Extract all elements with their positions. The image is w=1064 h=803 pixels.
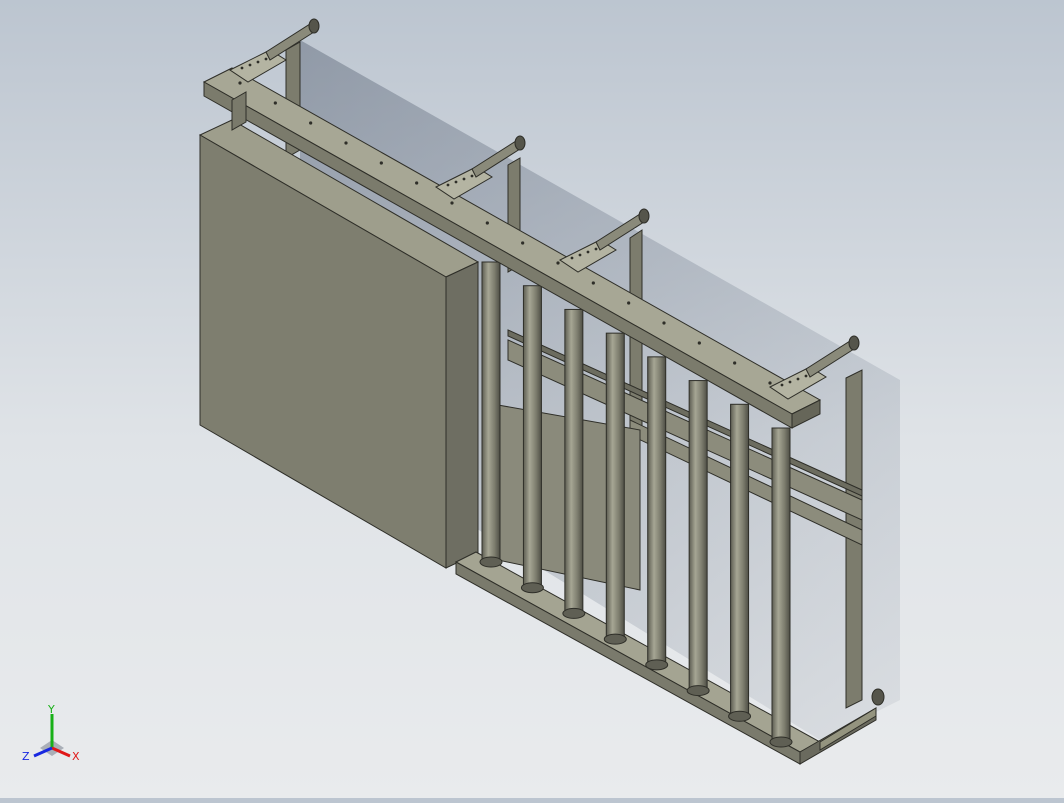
- roller-3: [562, 308, 586, 619]
- bracket-bolt: [264, 57, 268, 61]
- bolt-hole: [627, 301, 631, 305]
- bracket-bolt: [570, 256, 574, 260]
- bracket-bolt: [594, 247, 598, 251]
- bolt-hole: [591, 281, 595, 285]
- bolt-hole: [697, 341, 701, 345]
- bracket-bolt: [248, 63, 252, 67]
- bolt-hole: [556, 261, 560, 265]
- triad-x-label: X: [72, 750, 80, 763]
- triad-y-label: Y: [47, 703, 55, 716]
- roller-4: [603, 332, 627, 645]
- bracket-bolt: [788, 380, 792, 384]
- bolt-hole: [450, 201, 454, 205]
- adjust-knob-icon: [638, 208, 650, 224]
- roller-5: [645, 356, 669, 671]
- bolt-hole: [521, 241, 525, 245]
- adjust-knob-icon: [848, 335, 860, 351]
- bolt-hole: [379, 161, 383, 165]
- bolt-hole: [238, 81, 242, 85]
- bolt-hole: [309, 121, 313, 125]
- bracket-bolt: [454, 180, 458, 184]
- adjust-knob-icon: [514, 135, 526, 151]
- bolt-hole: [415, 181, 419, 185]
- bracket-bolt: [470, 174, 474, 178]
- bracket-bolt: [240, 66, 244, 70]
- bolt-hole: [344, 141, 348, 145]
- bracket-bolt: [578, 253, 582, 257]
- model-render[interactable]: [0, 0, 1064, 798]
- bolt-hole: [273, 101, 277, 105]
- bracket-bolt: [780, 383, 784, 387]
- bracket-bolt: [796, 377, 800, 381]
- bracket-bolt: [256, 60, 260, 64]
- roller-8: [769, 427, 793, 748]
- roller-2: [520, 285, 544, 594]
- bolt-hole: [768, 381, 772, 385]
- bracket-bolt: [462, 177, 466, 181]
- bolt-hole: [485, 221, 489, 225]
- triad-z-label: Z: [22, 750, 30, 763]
- adjust-knob-icon: [308, 18, 320, 34]
- bottom-knob-icon: [871, 688, 885, 706]
- roller-1: [479, 261, 503, 568]
- bracket-bolt: [586, 250, 590, 254]
- roller-7: [728, 403, 752, 722]
- bolt-hole: [733, 361, 737, 365]
- bolt-hole: [662, 321, 666, 325]
- bracket-bolt: [446, 183, 450, 187]
- orientation-triad[interactable]: Y X Z: [18, 700, 88, 770]
- bracket-bolt: [804, 374, 808, 378]
- cad-viewport[interactable]: [0, 0, 1064, 798]
- roller-6: [686, 380, 710, 697]
